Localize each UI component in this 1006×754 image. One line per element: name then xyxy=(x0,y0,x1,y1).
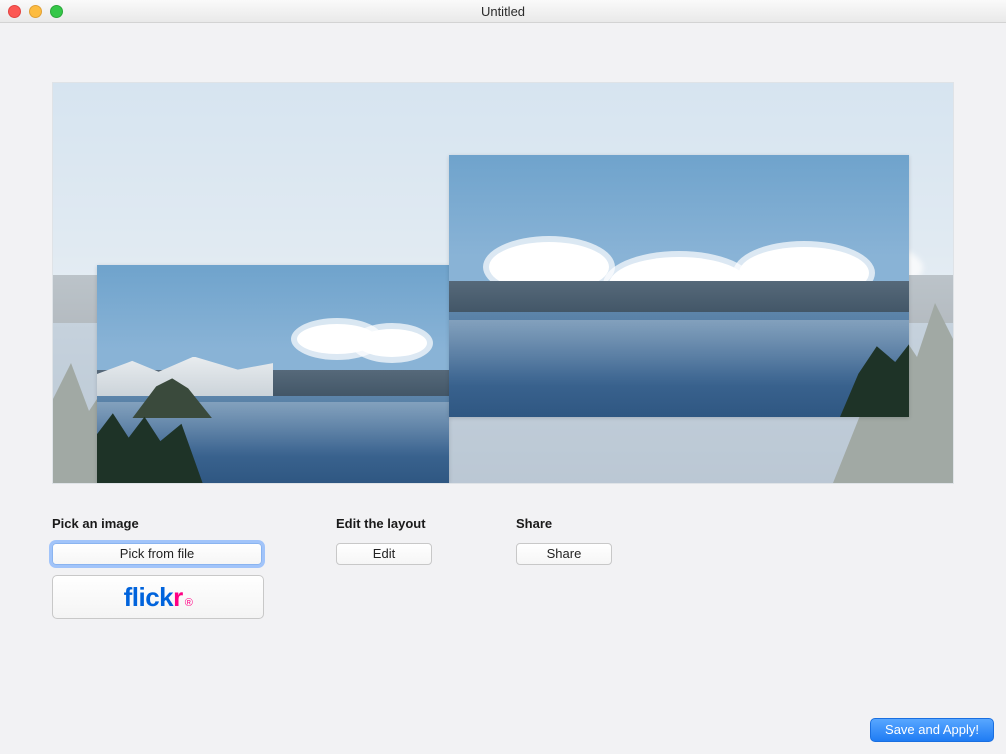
pick-from-file-button[interactable]: Pick from file xyxy=(52,543,262,565)
save-apply-button[interactable]: Save and Apply! xyxy=(870,718,994,742)
flickr-button[interactable]: flickr® xyxy=(52,575,264,619)
monitor-preview-right[interactable] xyxy=(449,155,909,417)
pick-image-label: Pick an image xyxy=(52,516,262,531)
pick-image-section: Pick an image Pick from file flickr® xyxy=(52,516,262,619)
wallpaper-preview xyxy=(52,82,954,484)
edit-layout-section: Edit the layout Edit xyxy=(336,516,516,565)
share-label: Share xyxy=(516,516,696,531)
edit-button[interactable]: Edit xyxy=(336,543,432,565)
share-button[interactable]: Share xyxy=(516,543,612,565)
titlebar: Untitled xyxy=(0,0,1006,23)
window-title: Untitled xyxy=(0,4,1006,19)
edit-layout-label: Edit the layout xyxy=(336,516,516,531)
flickr-logo: flickr® xyxy=(124,582,193,613)
monitor-preview-left[interactable] xyxy=(97,265,449,483)
content: Pick an image Pick from file flickr® Edi… xyxy=(0,22,1006,754)
share-section: Share Share xyxy=(516,516,696,565)
